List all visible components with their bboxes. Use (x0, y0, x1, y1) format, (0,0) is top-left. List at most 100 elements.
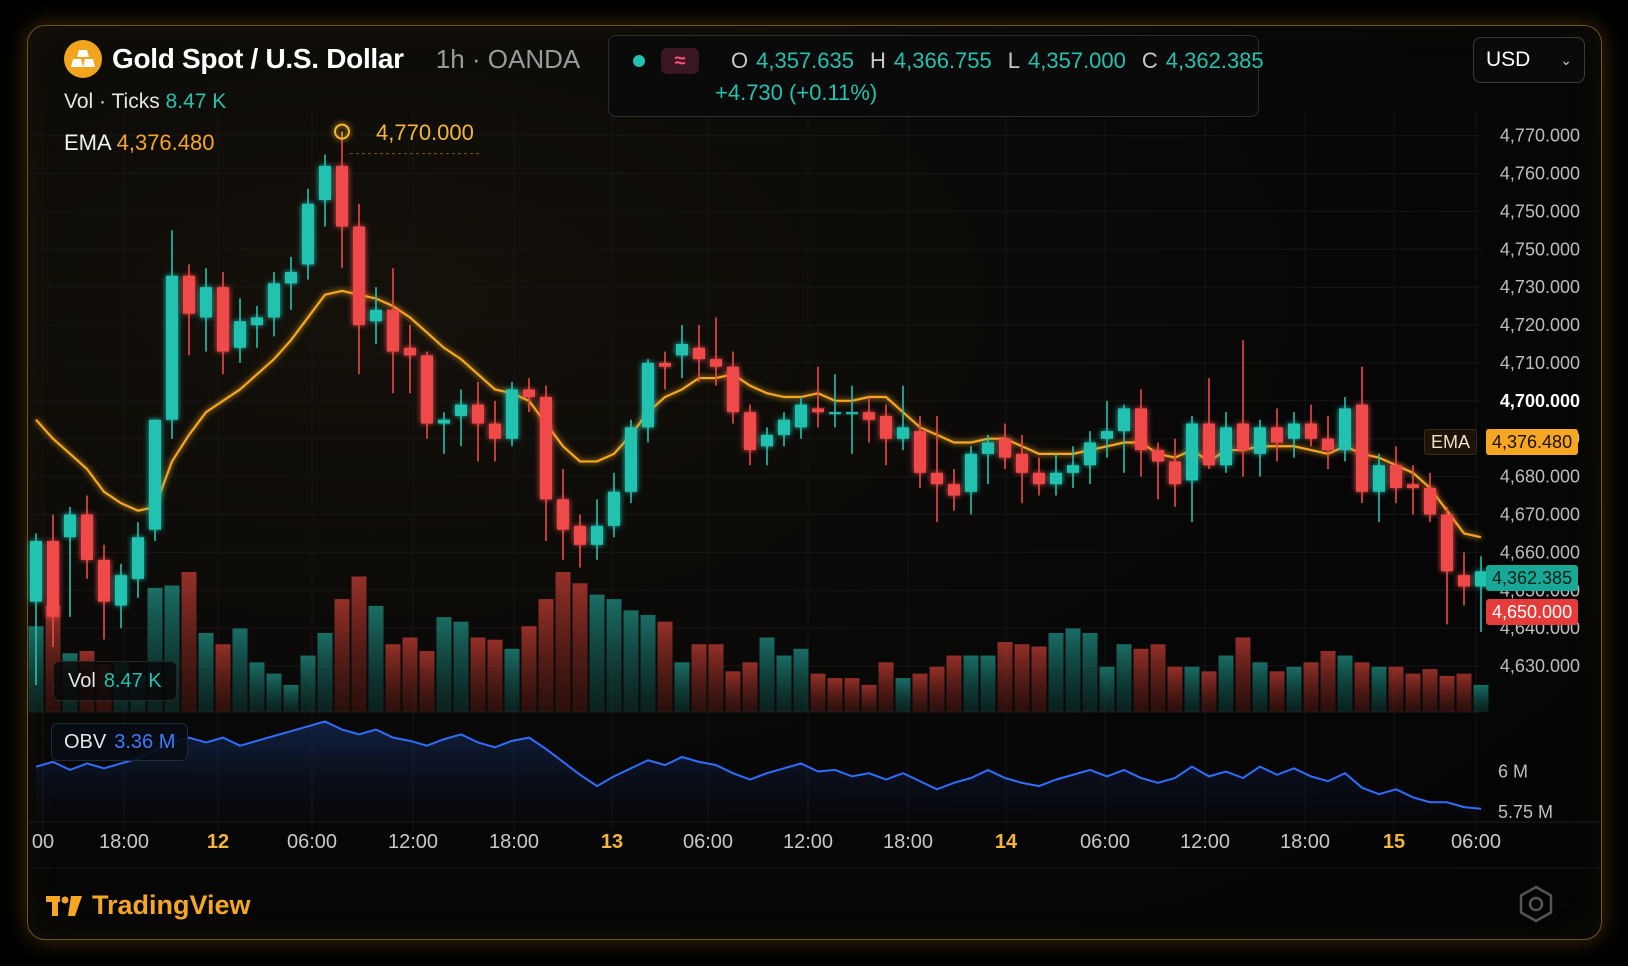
candle (1101, 400, 1113, 458)
close-price-tag-text: 4,362.385 (1492, 567, 1573, 588)
candle (200, 268, 212, 352)
volume-bar (1167, 666, 1183, 712)
candle (115, 563, 127, 629)
time-tick-label: 18:00 (883, 831, 933, 853)
candle-body (829, 412, 841, 415)
currency-select[interactable]: USD ⌄ (1473, 37, 1585, 83)
volume-bar (708, 644, 724, 712)
price-tick-label: 4,670.000 (1500, 504, 1580, 524)
candle-body (387, 309, 399, 352)
candle (472, 381, 484, 462)
volume-bar (504, 648, 520, 712)
volume-bar (912, 673, 928, 712)
volume-bar (606, 599, 622, 712)
candle (1458, 552, 1470, 606)
candle-body (744, 412, 756, 451)
obv-badge[interactable]: OBV 3.36 M (51, 723, 189, 761)
candle (319, 154, 331, 227)
candle-body (1084, 442, 1096, 466)
candle (608, 472, 620, 538)
candle (710, 317, 722, 386)
time-tick-label: 14 (995, 831, 1018, 853)
obv-badge-value: 3.36 M (114, 730, 176, 753)
time-tick-label: 12:00 (388, 831, 438, 853)
low-price-tag-text: 4,650.000 (1492, 601, 1573, 622)
candle-body (200, 287, 212, 318)
tradingview-icon (46, 895, 82, 916)
ema-price-tag: 4,376.480 (1486, 429, 1579, 455)
candle (965, 446, 977, 515)
status-dot-icon (633, 55, 645, 67)
ema-price-tag-text: 4,376.480 (1492, 431, 1573, 452)
candle (897, 385, 909, 451)
settings-hexagon-icon[interactable] (1516, 884, 1556, 924)
volume-bar (691, 644, 707, 712)
candle (268, 271, 280, 337)
currency-select-value: USD (1486, 48, 1531, 71)
candle-body (710, 359, 722, 367)
high-value: 4,366.755 (893, 48, 992, 73)
candle (795, 397, 807, 439)
candle-body (1288, 423, 1300, 439)
candle (1322, 415, 1334, 470)
candle-body (1135, 408, 1147, 451)
volume-bar (385, 644, 401, 712)
price-tick-label: 4,750.000 (1500, 201, 1580, 221)
volume-bar (1405, 673, 1421, 712)
volume-bar (674, 662, 690, 712)
volume-bar (589, 594, 605, 712)
volume-bar (861, 684, 877, 712)
candle (217, 271, 229, 375)
symbol-header[interactable]: Gold Spot / U.S. Dollar 1h · OANDA (64, 40, 580, 78)
candle-body (217, 287, 229, 352)
volume-bars (28, 572, 1489, 712)
candle (1254, 419, 1266, 477)
candle-body (897, 427, 909, 439)
price-tick-label: 4,760.000 (1500, 163, 1580, 183)
candle (846, 385, 858, 454)
candle (149, 419, 161, 542)
volume-bar (725, 671, 741, 712)
volume-bar (266, 673, 282, 712)
close-value: 4,362.385 (1165, 48, 1264, 73)
chevron-down-icon: ⌄ (1560, 51, 1572, 68)
candle-body (81, 514, 93, 560)
volume-bar (963, 655, 979, 712)
volume-bar (232, 628, 248, 712)
candle-body (268, 283, 280, 318)
candle-body (1407, 484, 1419, 488)
volume-bar (1082, 632, 1098, 712)
candle-body (693, 347, 705, 360)
close-price-tag: 4,362.385 (1486, 565, 1579, 591)
volume-bar (181, 572, 197, 712)
volume-bar (351, 576, 367, 712)
tradingview-logo[interactable]: TradingView (46, 890, 251, 921)
candle-body (1016, 453, 1028, 473)
volume-bar (368, 605, 384, 712)
volume-bar (402, 637, 418, 712)
candle-body (812, 408, 824, 413)
candle-body (1152, 450, 1164, 462)
volume-badge[interactable]: Vol 8.47 K (53, 661, 177, 701)
low-label: L (1007, 48, 1021, 73)
ohlc-panel: ≈ O 4,357.635 H 4,366.755 L 4,357.000 C … (608, 35, 1264, 117)
volume-bar (657, 621, 673, 712)
time-tick-label: 18:00 (489, 831, 539, 853)
low-value: 4,357.000 (1028, 48, 1126, 73)
volume-bar (1456, 673, 1472, 712)
candle-body (319, 165, 331, 200)
volume-bar (946, 655, 962, 712)
candle (880, 404, 892, 466)
candle-body (1033, 472, 1045, 485)
candle-body (1118, 408, 1130, 432)
candle (1407, 465, 1419, 515)
candle (1152, 442, 1164, 500)
wave-icon[interactable]: ≈ (661, 48, 699, 74)
candle-body (234, 321, 246, 348)
ema-line (35, 289, 1482, 539)
ema-axis-label-text: EMA (1431, 431, 1471, 452)
ema-legend-label: EMA (64, 130, 111, 155)
candle (659, 351, 671, 390)
volume-bar (572, 583, 588, 712)
volume-bar (1099, 666, 1115, 712)
